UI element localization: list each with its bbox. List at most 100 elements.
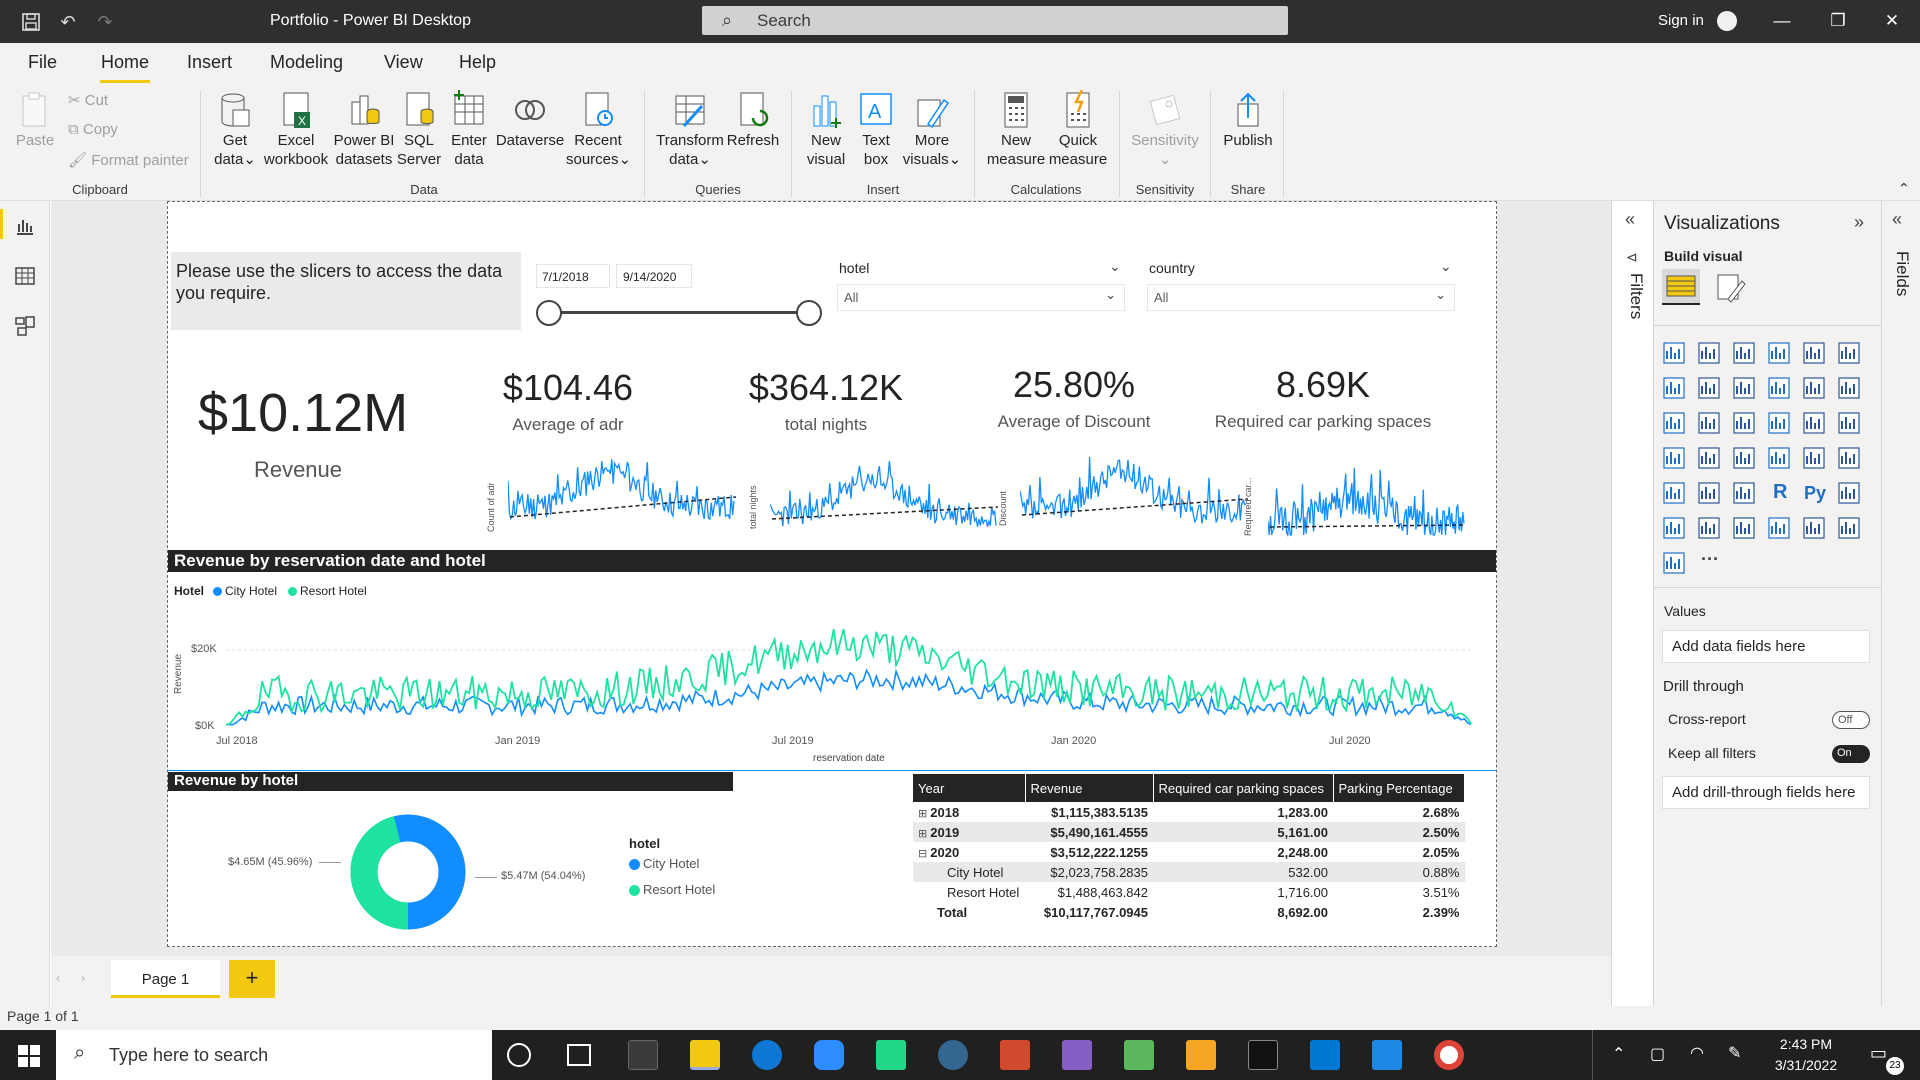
menu-view[interactable]: View: [384, 52, 423, 73]
date-start-input[interactable]: 7/1/2018: [536, 264, 610, 288]
slicer-visual-icon[interactable]: [1662, 481, 1688, 507]
show-hidden-icons-icon[interactable]: ⌃: [1612, 1044, 1625, 1064]
filters-label[interactable]: Filters: [1626, 273, 1646, 319]
card-visual-icon[interactable]: [1767, 446, 1793, 472]
expand-fields-icon[interactable]: «: [1892, 209, 1902, 230]
line-column-visual-icon[interactable]: [1767, 376, 1793, 402]
multi-row-card-visual-icon[interactable]: [1802, 446, 1828, 472]
model-view-icon[interactable]: [14, 315, 36, 337]
matrix-header-revenue[interactable]: Revenue: [1025, 774, 1154, 802]
build-visual-tab[interactable]: [1662, 269, 1700, 305]
sublime-app-icon[interactable]: [1186, 1040, 1216, 1070]
calculator-app-icon[interactable]: [628, 1040, 658, 1070]
data-view-icon[interactable]: [14, 265, 36, 287]
terminal-app-icon[interactable]: [1248, 1040, 1278, 1070]
100-column-visual-icon[interactable]: [1837, 341, 1863, 367]
arcgis-visual-icon[interactable]: [1662, 551, 1688, 577]
more-visual-icon[interactable]: ···: [1697, 549, 1723, 577]
pycharm-app-icon[interactable]: [876, 1040, 906, 1070]
sql-server-button[interactable]: SQL Server: [396, 90, 442, 169]
pie-visual-icon[interactable]: [1767, 411, 1793, 437]
search-input[interactable]: ⌕ Search: [702, 6, 1288, 35]
format-painter-button[interactable]: 🖌 Format painter: [68, 151, 189, 169]
enter-data-button[interactable]: Enter data: [447, 90, 491, 169]
sign-in-link[interactable]: Sign in: [1658, 12, 1704, 29]
recent-sources-button[interactable]: Recent sources⌄: [566, 90, 631, 169]
redo-icon[interactable]: ↷: [92, 9, 118, 35]
undo-icon[interactable]: ↶: [55, 9, 81, 35]
donut-visual-icon[interactable]: [1802, 411, 1828, 437]
visual-studio-app-icon[interactable]: [1062, 1040, 1092, 1070]
line-clustered-visual-icon[interactable]: [1802, 376, 1828, 402]
date-slider-end-handle[interactable]: [796, 300, 822, 326]
matrix-header-percentage[interactable]: Parking Percentage: [1333, 774, 1465, 802]
smart-narrative-visual-icon[interactable]: [1732, 516, 1758, 542]
area-visual-icon[interactable]: [1697, 376, 1723, 402]
chrome-app-icon[interactable]: [1434, 1040, 1464, 1070]
filled-map-visual-icon[interactable]: [1697, 446, 1723, 472]
restore-icon[interactable]: ❐: [1818, 8, 1858, 34]
power-apps-visual-icon[interactable]: [1802, 516, 1828, 542]
r-script-visual-icon[interactable]: R: [1767, 481, 1793, 507]
scatter-visual-icon[interactable]: [1732, 411, 1758, 437]
donut-legend-city[interactable]: City Hotel: [643, 856, 699, 871]
key-influencers-visual-icon[interactable]: [1837, 481, 1863, 507]
transform-data-button[interactable]: Transform data⌄: [654, 90, 726, 169]
save-icon[interactable]: [18, 9, 44, 35]
collapse-icon[interactable]: ⊟: [918, 848, 930, 860]
clock-time[interactable]: 2:43 PM: [1756, 1036, 1856, 1052]
country-slicer-chevron-icon[interactable]: ⌄: [1440, 258, 1452, 275]
collapse-ribbon-icon[interactable]: ⌃: [1898, 180, 1910, 197]
onedrive-app-icon[interactable]: [752, 1040, 782, 1070]
line-legend-resort[interactable]: Resort Hotel: [300, 584, 367, 598]
add-page-icon[interactable]: +: [229, 960, 275, 998]
power-bi-app-icon[interactable]: [690, 1040, 720, 1070]
kpi-visual-icon[interactable]: [1837, 446, 1863, 472]
expand-icon[interactable]: ⊞: [918, 828, 930, 840]
fields-label[interactable]: Fields: [1892, 251, 1912, 296]
next-page-icon[interactable]: ›: [81, 971, 85, 985]
task-view-icon[interactable]: [567, 1044, 591, 1066]
decomposition-tree-visual-icon[interactable]: [1662, 516, 1688, 542]
report-view-icon[interactable]: [14, 215, 36, 237]
funnel-visual-icon[interactable]: [1697, 411, 1723, 437]
vscode-app-icon[interactable]: [1310, 1040, 1340, 1070]
zoom-app-icon[interactable]: [814, 1040, 844, 1070]
hotel-slicer-chevron-icon[interactable]: ⌄: [1109, 258, 1121, 275]
matrix-header-parking[interactable]: Required car parking spaces: [1153, 774, 1334, 802]
line-visual-icon[interactable]: [1662, 376, 1688, 402]
line-legend-city[interactable]: City Hotel: [225, 584, 277, 598]
clustered-column-visual-icon[interactable]: [1767, 341, 1793, 367]
menu-help[interactable]: Help: [459, 52, 496, 73]
dataverse-button[interactable]: Dataverse: [494, 90, 566, 150]
anaconda-app-icon[interactable]: [1000, 1040, 1030, 1070]
map-visual-icon[interactable]: [1662, 446, 1688, 472]
pen-icon[interactable]: ✎: [1728, 1043, 1741, 1063]
prev-page-icon[interactable]: ‹: [56, 971, 60, 985]
quick-measure-button[interactable]: Quick measure: [1045, 89, 1111, 169]
expand-icon[interactable]: ⊞: [918, 808, 930, 820]
get-data-button[interactable]: Get data⌄: [210, 90, 260, 169]
collapse-viz-icon[interactable]: »: [1854, 212, 1864, 233]
country-dropdown[interactable]: All ⌄: [1147, 284, 1455, 311]
windows-start-icon[interactable]: [18, 1045, 40, 1072]
minimize-icon[interactable]: —: [1762, 8, 1802, 34]
photos-app-icon[interactable]: [1372, 1040, 1402, 1070]
device-icon[interactable]: ▢: [1650, 1044, 1665, 1064]
gauge-visual-icon[interactable]: [1732, 446, 1758, 472]
hotel-dropdown[interactable]: All ⌄: [837, 284, 1125, 311]
menu-modeling[interactable]: Modeling: [270, 52, 343, 73]
keep-filters-toggle[interactable]: On: [1832, 745, 1870, 763]
expand-filters-icon[interactable]: «: [1625, 209, 1635, 230]
clustered-bar-visual-icon[interactable]: [1732, 341, 1758, 367]
donut-legend-resort[interactable]: Resort Hotel: [643, 882, 715, 897]
sensitivity-button[interactable]: Sensitivity ⌄: [1126, 90, 1204, 169]
new-measure-button[interactable]: New measure: [982, 90, 1050, 169]
menu-file[interactable]: File: [28, 52, 57, 73]
waterfall-visual-icon[interactable]: [1662, 411, 1688, 437]
copy-button[interactable]: ⧉ Copy: [68, 121, 118, 138]
ribbon-visual-icon[interactable]: [1837, 376, 1863, 402]
qa-visual-icon[interactable]: [1697, 516, 1723, 542]
stacked-bar-visual-icon[interactable]: [1662, 341, 1688, 367]
wifi-icon[interactable]: ◠: [1690, 1043, 1704, 1063]
